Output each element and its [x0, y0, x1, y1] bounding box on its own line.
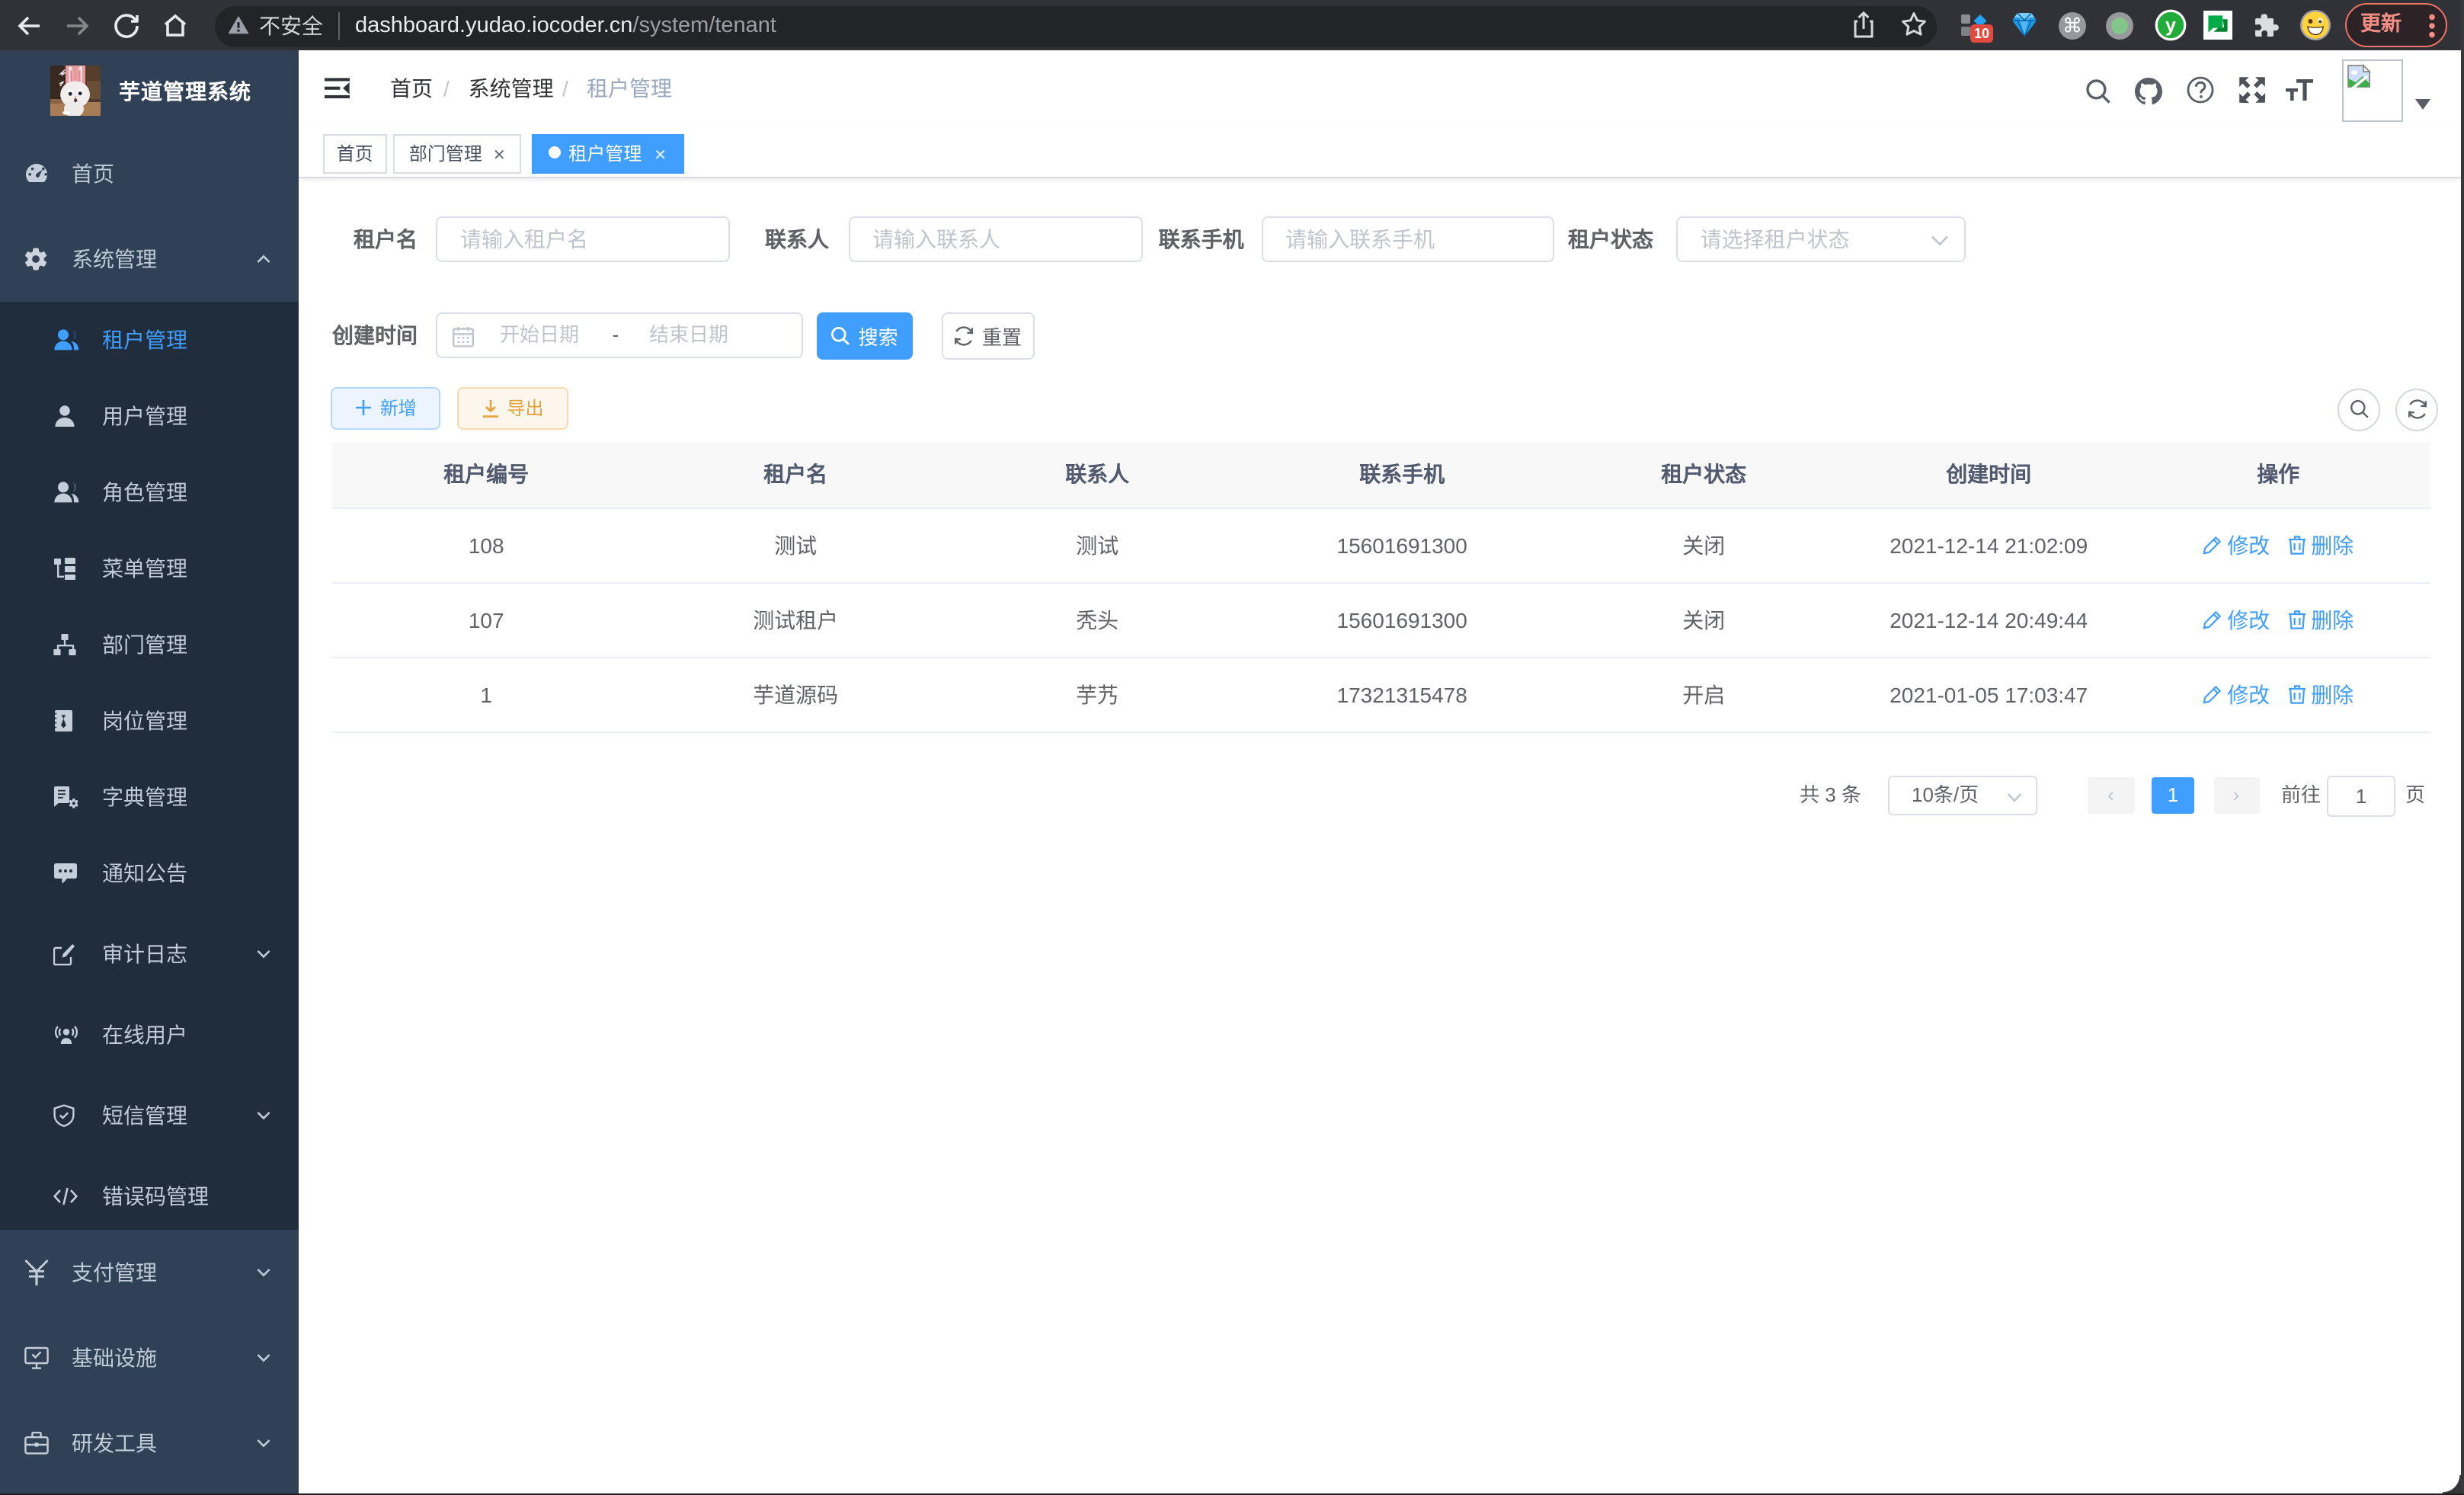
- svg-text:⌘: ⌘: [2062, 13, 2082, 36]
- svg-text:y: y: [2165, 15, 2175, 37]
